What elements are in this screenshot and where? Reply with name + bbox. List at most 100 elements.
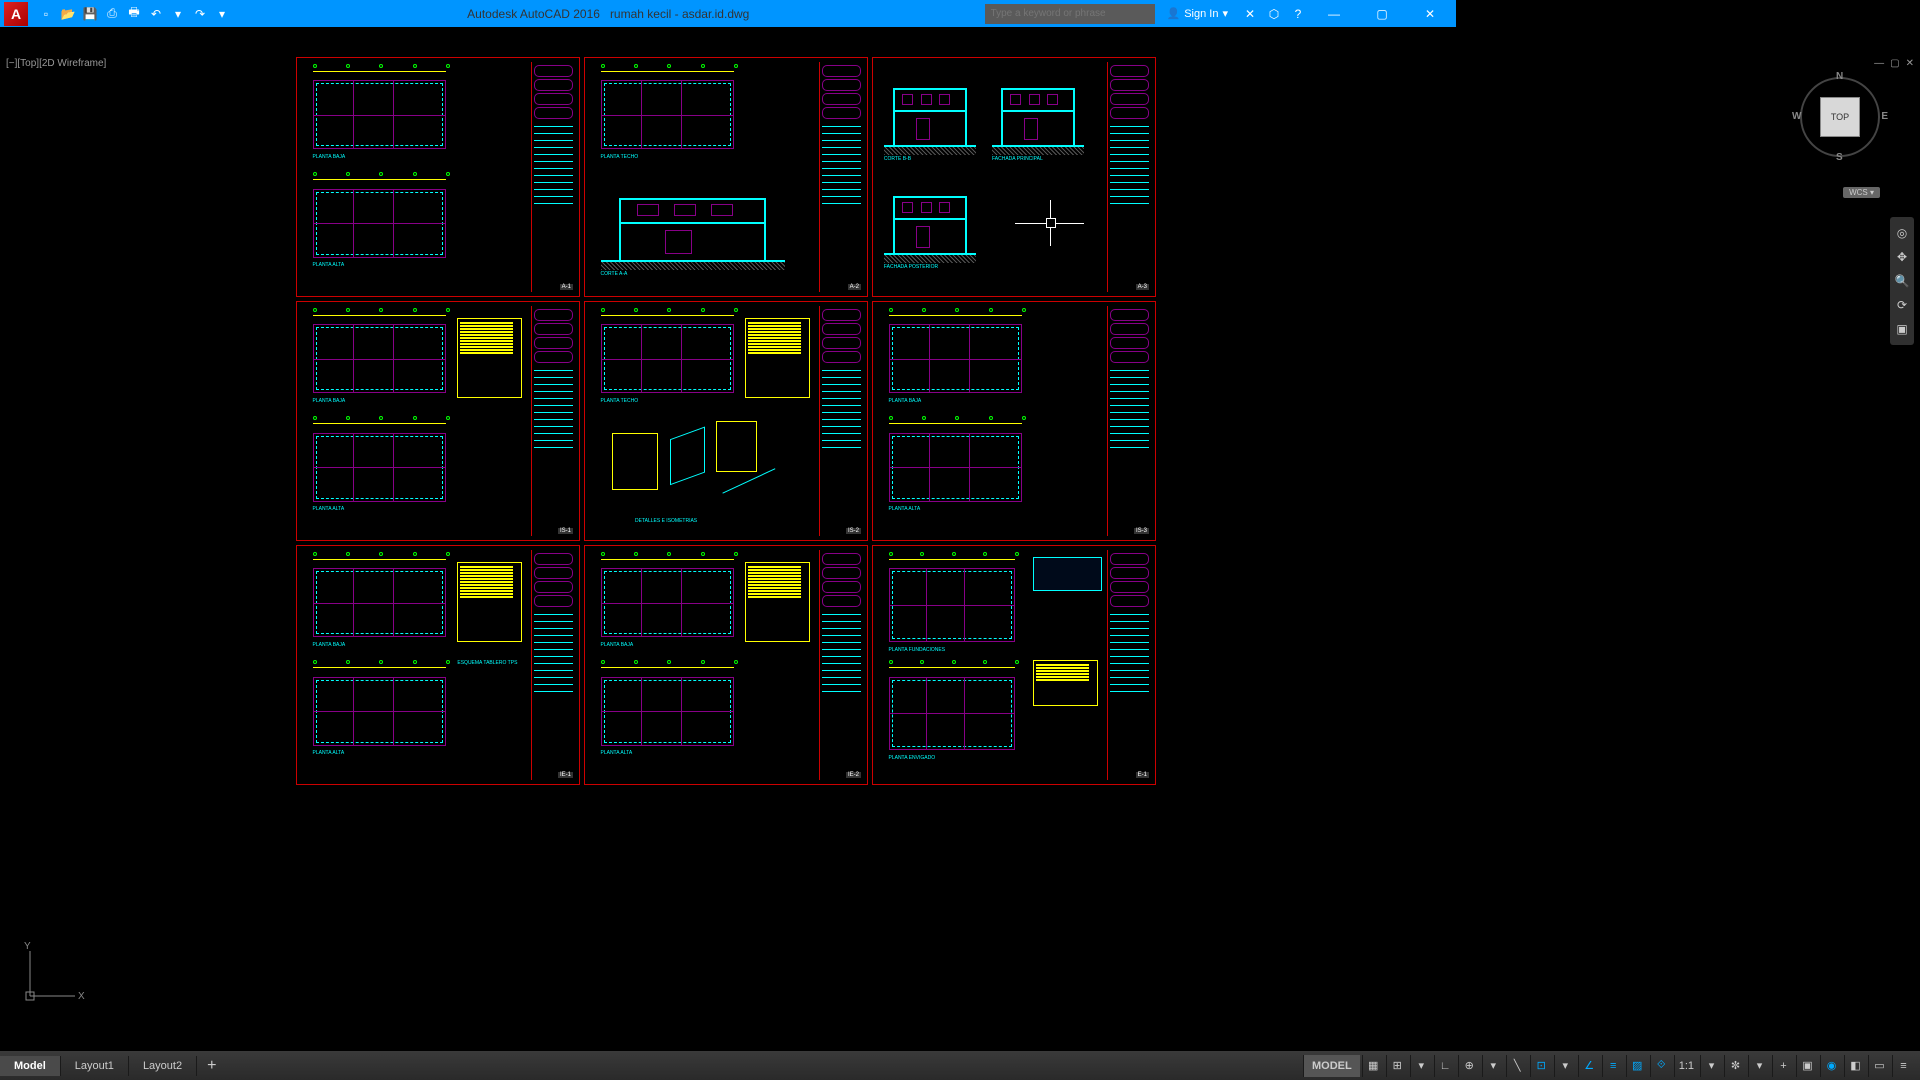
- drawing-area: PLANTA TECHODETALLES E ISOMETRIAS: [589, 306, 819, 536]
- isolate-icon[interactable]: ◧: [1844, 1055, 1866, 1077]
- save-icon[interactable]: 💾: [80, 4, 100, 24]
- wcs-label[interactable]: WCS ▾: [1843, 187, 1880, 198]
- viewcube-south[interactable]: S: [1836, 152, 1843, 163]
- print-icon[interactable]: 🖶: [124, 4, 144, 24]
- drawing-canvas[interactable]: [−][Top][2D Wireframe] — ▢ ✕ PLANTA BAJA…: [0, 27, 1920, 1051]
- redo-drop-icon[interactable]: ▾: [212, 4, 232, 24]
- tab-model[interactable]: Model: [0, 1056, 61, 1076]
- signin-label: Sign In: [1184, 8, 1218, 20]
- viewcube[interactable]: TOP N S W E: [1790, 67, 1890, 167]
- clean-screen-icon[interactable]: ▭: [1868, 1055, 1890, 1077]
- sheet-IS-1: PLANTA BAJAPLANTA ALTAIS-1: [296, 301, 580, 541]
- tab-layout2[interactable]: Layout2: [129, 1056, 197, 1076]
- user-icon: 👤: [1167, 7, 1181, 20]
- tab-layout1[interactable]: Layout1: [61, 1056, 129, 1076]
- vp-maximize-icon[interactable]: ▢: [1888, 58, 1901, 69]
- elevation-label: FACHADA POSTERIOR: [884, 264, 938, 270]
- add-layout-button[interactable]: +: [197, 1053, 226, 1079]
- sheet-A-2: PLANTA TECHO CORTE A-A A-2: [584, 57, 868, 297]
- notes-block: [745, 318, 809, 399]
- sheet-number: E-1: [1136, 772, 1149, 778]
- vp-close-icon[interactable]: ✕: [1904, 58, 1916, 69]
- signin-button[interactable]: 👤 Sign In ▾: [1159, 7, 1236, 20]
- notes-block: [457, 318, 521, 399]
- viewport-label[interactable]: [−][Top][2D Wireframe]: [6, 58, 106, 69]
- redo-icon[interactable]: ↷: [190, 4, 210, 24]
- otrack-icon[interactable]: ∠: [1578, 1055, 1600, 1077]
- plan-label: PLANTA TECHO: [601, 398, 639, 404]
- monitor-icon[interactable]: ▣: [1796, 1055, 1818, 1077]
- annotation-scale-button[interactable]: 1:1: [1674, 1055, 1698, 1077]
- ucs-icon[interactable]: XY: [20, 941, 90, 1011]
- viewcube-top-face[interactable]: TOP: [1820, 97, 1860, 137]
- notes-block: [457, 562, 521, 643]
- viewcube-east[interactable]: E: [1881, 111, 1888, 122]
- viewcube-north[interactable]: N: [1836, 71, 1843, 82]
- elevation-label: CORTE A-A: [601, 271, 628, 277]
- isodraft-icon[interactable]: ╲: [1506, 1055, 1528, 1077]
- steering-wheel-icon[interactable]: ◎: [1890, 221, 1914, 245]
- notes-block: [745, 562, 809, 643]
- sheet-A-3: CORTE B-BFACHADA PRINCIPALFACHADA POSTER…: [872, 57, 1156, 297]
- showmotion-icon[interactable]: ▣: [1890, 317, 1914, 341]
- plan-label: PLANTA TECHO: [601, 154, 639, 160]
- settings-icon[interactable]: ✼: [1724, 1055, 1746, 1077]
- polar-drop-icon[interactable]: ▾: [1482, 1055, 1504, 1077]
- close-button[interactable]: ✕: [1408, 1, 1452, 27]
- zoom-icon[interactable]: 🔍: [1890, 269, 1914, 293]
- title-block: A-3: [1107, 62, 1151, 292]
- annotation-drop-icon[interactable]: ▾: [1700, 1055, 1722, 1077]
- lineweight-icon[interactable]: ≡: [1602, 1055, 1624, 1077]
- drawing-area: PLANTA TECHO CORTE A-A: [589, 62, 819, 292]
- transparency-icon[interactable]: ▨: [1626, 1055, 1648, 1077]
- new-icon[interactable]: ▫: [36, 4, 56, 24]
- app-icon[interactable]: A: [4, 2, 28, 26]
- maximize-button[interactable]: ▢: [1360, 1, 1404, 27]
- saveas-icon[interactable]: ⎙: [102, 4, 122, 24]
- drawing-area: PLANTA FUNDACIONESPLANTA ENVIGADO: [877, 550, 1107, 780]
- sheet-IE-1: PLANTA BAJAPLANTA ALTAESQUEMA TABLERO TP…: [296, 545, 580, 785]
- plan-label: PLANTA ENVIGADO: [889, 755, 936, 761]
- open-icon[interactable]: 📂: [58, 4, 78, 24]
- workspace-icon[interactable]: +: [1772, 1055, 1794, 1077]
- selection-cycling-icon[interactable]: ⟐: [1650, 1055, 1672, 1077]
- grid-icon[interactable]: ▦: [1362, 1055, 1384, 1077]
- plan-label: PLANTA BAJA: [313, 154, 346, 160]
- plan-label: PLANTA BAJA: [313, 642, 346, 648]
- sheet-number: IS-2: [846, 528, 861, 534]
- search-input[interactable]: [985, 4, 1155, 24]
- sheet-number: A-2: [848, 284, 861, 290]
- plan-label: PLANTA ALTA: [313, 262, 345, 268]
- settings-drop-icon[interactable]: ▾: [1748, 1055, 1770, 1077]
- sheet-number: A-1: [560, 284, 573, 290]
- snap-icon[interactable]: ⊞: [1386, 1055, 1408, 1077]
- viewcube-west[interactable]: W: [1792, 111, 1801, 122]
- model-space-button[interactable]: MODEL: [1303, 1055, 1360, 1077]
- help-icon[interactable]: ?: [1288, 4, 1308, 24]
- hardware-accel-icon[interactable]: ◉: [1820, 1055, 1842, 1077]
- customize-icon[interactable]: ≡: [1892, 1055, 1914, 1077]
- undo-drop-icon[interactable]: ▾: [168, 4, 188, 24]
- undo-icon[interactable]: ↶: [146, 4, 166, 24]
- drawing-area: PLANTA BAJAPLANTA ALTA: [589, 550, 819, 780]
- titlebar: A ▫ 📂 💾 ⎙ 🖶 ↶ ▾ ↷ ▾ Autodesk AutoCAD 201…: [0, 0, 1456, 27]
- titlebar-right: 👤 Sign In ▾ ✕ ⬡ ? — ▢ ✕: [985, 1, 1452, 27]
- plan-label: PLANTA ALTA: [313, 506, 345, 512]
- drawing-area: PLANTA BAJAPLANTA ALTA: [877, 306, 1107, 536]
- notes-block: [1033, 660, 1097, 706]
- plan-label: PLANTA BAJA: [313, 398, 346, 404]
- pan-icon[interactable]: ✥: [1890, 245, 1914, 269]
- exchange-icon[interactable]: ✕: [1240, 4, 1260, 24]
- ortho-icon[interactable]: ∟: [1434, 1055, 1456, 1077]
- polar-icon[interactable]: ⊕: [1458, 1055, 1480, 1077]
- autodesk360-icon[interactable]: ⬡: [1264, 4, 1284, 24]
- osnap-drop-icon[interactable]: ▾: [1554, 1055, 1576, 1077]
- title-block: IS-3: [1107, 306, 1151, 536]
- osnap-icon[interactable]: ⊡: [1530, 1055, 1552, 1077]
- layout-tabs-bar: ModelLayout1Layout2 + MODEL ▦ ⊞ ▾ ∟ ⊕ ▾ …: [0, 1051, 1920, 1080]
- snap-drop-icon[interactable]: ▾: [1410, 1055, 1432, 1077]
- minimize-button[interactable]: —: [1312, 1, 1356, 27]
- orbit-icon[interactable]: ⟳: [1890, 293, 1914, 317]
- elevation: [601, 182, 785, 263]
- elevation: [884, 182, 976, 256]
